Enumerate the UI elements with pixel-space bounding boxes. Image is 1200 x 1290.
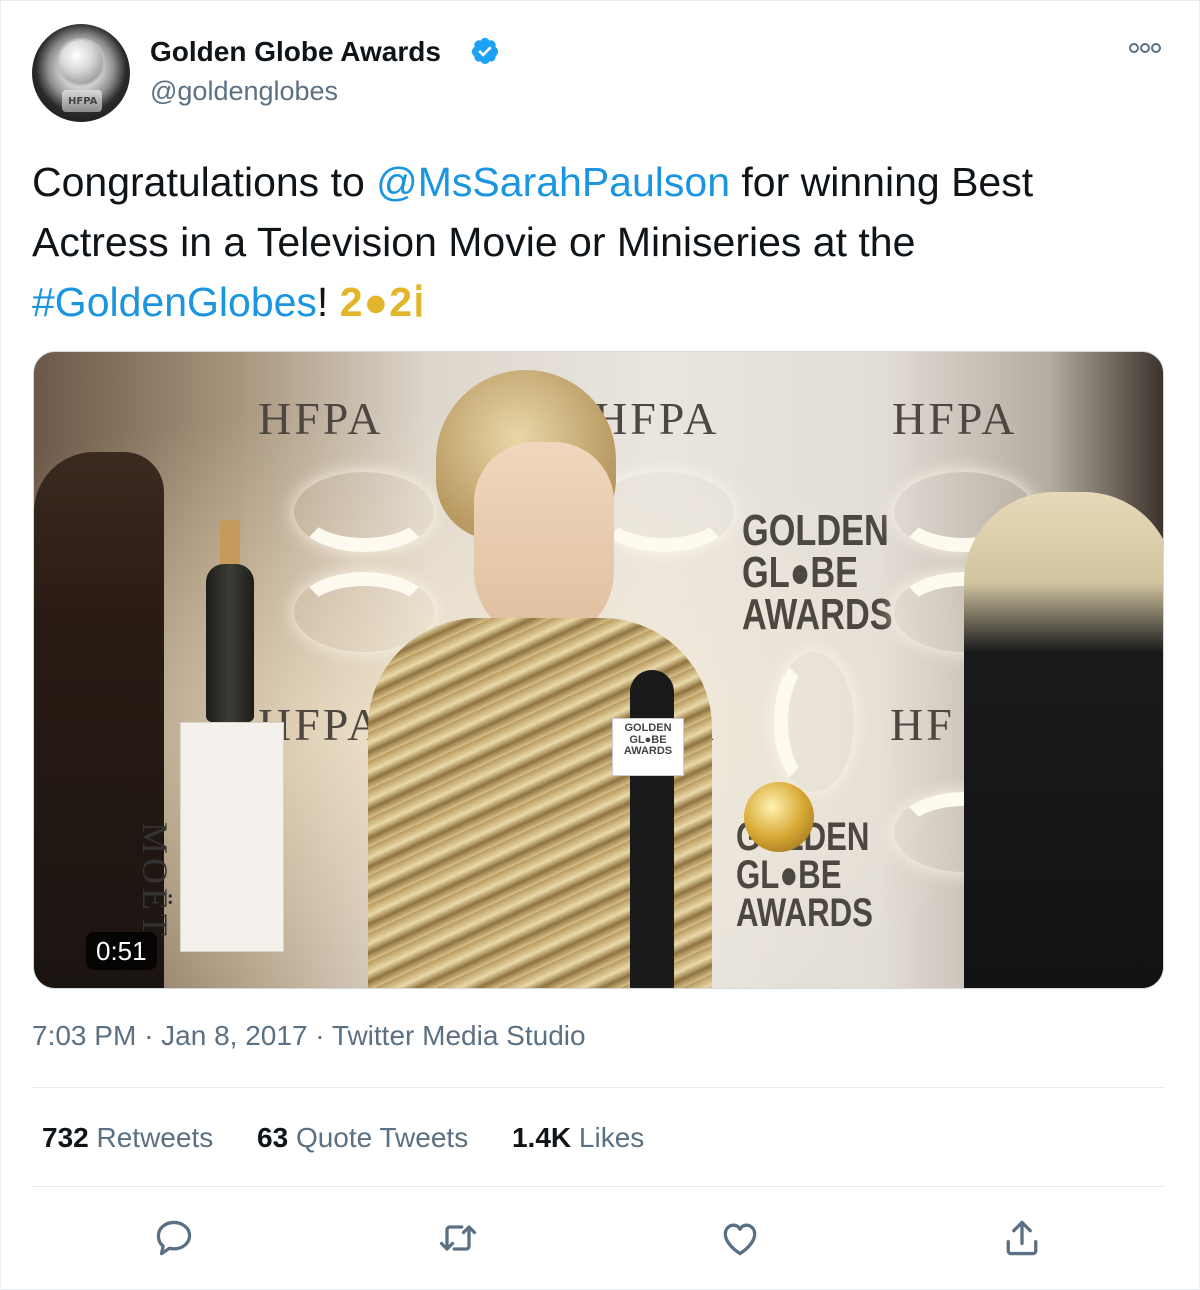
tweet-date[interactable]: Jan 8, 2017	[161, 1020, 307, 1051]
retweet-icon[interactable]	[436, 1216, 480, 1260]
more-options-icon[interactable]	[1128, 38, 1162, 58]
author-handle[interactable]: @goldenglobes	[150, 76, 338, 107]
avatar[interactable]: HFPA	[32, 24, 130, 122]
hfpa-wall-label: HFPA	[258, 393, 384, 444]
golden-globes-2021-emoji: 2●2𝗂	[339, 279, 426, 325]
tweet-stats: 732 Retweets 63 Quote Tweets 1.4K Likes	[42, 1122, 680, 1154]
meta-separator: ·	[315, 1020, 325, 1051]
presenter-face	[474, 442, 614, 642]
divider	[32, 1087, 1164, 1088]
tweet-time[interactable]: 7:03 PM	[32, 1020, 136, 1051]
tweet-meta: 7:03 PM · Jan 8, 2017 · Twitter Media St…	[32, 1020, 586, 1052]
retweets-count: 732	[42, 1122, 89, 1153]
hfpa-wall-label: HF	[890, 699, 955, 750]
moet-pedestal	[180, 722, 284, 952]
wall-light-arc	[774, 652, 854, 792]
mention-link[interactable]: @MsSarahPaulson	[376, 159, 730, 205]
wall-logo-line: GL●BE	[742, 547, 859, 597]
like-icon[interactable]	[718, 1216, 762, 1260]
retweets-stat[interactable]: 732 Retweets	[42, 1122, 213, 1154]
microphone-flag: GOLDEN GL●BE AWARDS	[612, 718, 684, 776]
likes-count: 1.4K	[511, 1122, 572, 1153]
retweets-label: Retweets	[96, 1122, 214, 1153]
hfpa-wall-label: HFPA	[892, 393, 1018, 444]
wall-logo-line: GL●BE	[736, 853, 842, 897]
quote-tweets-stat[interactable]: 63 Quote Tweets	[257, 1122, 468, 1154]
author-display-name[interactable]: Golden Globe Awards	[150, 36, 441, 68]
globe-trophy-graphic	[57, 38, 105, 86]
mic-flag-line: AWARDS	[623, 745, 673, 758]
golden-globe-awards-wall-logo: GOLDEN GL●BE AWARDS	[742, 506, 893, 639]
hashtag-link[interactable]: #GoldenGlobes	[32, 279, 317, 325]
tweet-text-prefix: Congratulations to	[32, 159, 377, 205]
background-person-right	[964, 492, 1163, 988]
wall-logo-line: AWARDS	[742, 589, 893, 639]
wall-logo-line: AWARDS	[736, 891, 873, 935]
likes-label: Likes	[578, 1122, 645, 1153]
share-icon[interactable]	[1000, 1216, 1044, 1260]
mic-flag-line: GOLDEN	[624, 722, 672, 734]
quote-tweets-label: Quote Tweets	[295, 1122, 469, 1153]
moet-label: MOËT	[135, 822, 175, 940]
avatar-base-label: HFPA	[68, 96, 98, 107]
likes-stat[interactable]: 1.4K Likes	[512, 1122, 644, 1154]
quote-tweets-count: 63	[257, 1122, 289, 1153]
meta-separator: ·	[144, 1020, 154, 1051]
champagne-bottle	[206, 564, 254, 722]
tweet-source[interactable]: Twitter Media Studio	[332, 1020, 586, 1051]
wall-light-arc	[294, 472, 434, 552]
golden-globe-trophy	[744, 782, 814, 852]
tweet-text-suffix: !	[316, 279, 340, 325]
wall-logo-line: GOLDEN	[742, 506, 889, 555]
verified-badge-icon	[471, 37, 499, 65]
reply-icon[interactable]	[152, 1216, 196, 1260]
divider	[32, 1186, 1164, 1187]
tweet-text: Congratulations to @MsSarahPaulson for w…	[32, 152, 1162, 332]
video-duration-badge: 0:51	[86, 932, 157, 970]
video-player[interactable]: HFPA HFPA HFPA HFPA PA HF GOLDEN GL●BE A…	[33, 351, 1164, 989]
